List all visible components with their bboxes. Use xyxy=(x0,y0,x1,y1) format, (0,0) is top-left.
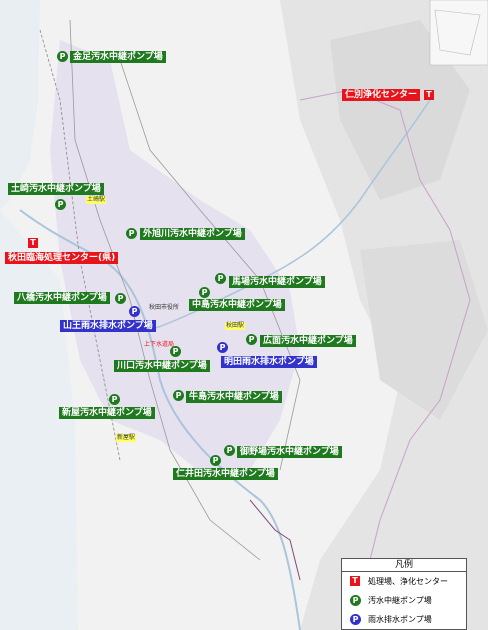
label-kaneashi: 金足汚水中継ポンプ場 xyxy=(70,51,166,63)
treatment-icon-nibetsu: T xyxy=(424,90,434,100)
inset-map xyxy=(429,0,488,66)
pump-icon-niida: P xyxy=(210,455,221,466)
araya-station: 新屋駅 xyxy=(116,434,137,442)
pump-icon-hiroomote: P xyxy=(246,334,257,345)
label-shinya: 新屋汚水中継ポンプ場 xyxy=(59,407,155,419)
label-sannou: 山王雨水排水ポンプ場 xyxy=(60,320,156,332)
label-menda: 明田雨水排水ポンプ場 xyxy=(221,356,317,368)
legend-row-treatment: T 処理場、浄化センター xyxy=(342,572,466,591)
storm-pump-legend-icon: P xyxy=(350,614,361,625)
treatment-legend-icon: T xyxy=(350,576,360,586)
pump-icon-ushijima: P xyxy=(173,390,184,401)
label-ushijima: 牛島汚水中継ポンプ場 xyxy=(186,391,282,403)
legend-label-treatment: 処理場、浄化センター xyxy=(368,577,448,586)
label-bajo: 馬場汚水中継ポンプ場 xyxy=(229,276,325,288)
city-office: 秋田市役所 xyxy=(149,304,180,311)
label-kawaguchi: 川口汚水中継ポンプ場 xyxy=(114,360,210,372)
pump-legend-icon: P xyxy=(350,595,361,606)
pump-icon-tsuchizaki: P xyxy=(55,199,66,210)
pump-icon-nakajima: P xyxy=(199,287,210,298)
label-niida: 仁井田汚水中継ポンプ場 xyxy=(173,468,278,480)
pump-icon-kawaguchi: P xyxy=(170,346,181,357)
sea xyxy=(0,0,40,210)
pump-icon-hashi: P xyxy=(115,293,126,304)
pump-icon-shinya: P xyxy=(109,394,120,405)
label-hiroomote: 広面汚水中継ポンプ場 xyxy=(260,335,356,347)
label-akitarinkai: 秋田臨海処理センター(県) xyxy=(5,252,119,264)
pump-icon-goyano: P xyxy=(224,445,235,456)
label-hashi: 八橋汚水中継ポンプ場 xyxy=(14,292,110,304)
legend-row-stormwater: P 雨水排水ポンプ場 xyxy=(342,610,466,629)
label-goyano: 御野場汚水中継ポンプ場 xyxy=(237,446,342,458)
pump-icon-bajo: P xyxy=(215,273,226,284)
tsuchizaki-station: 土崎駅 xyxy=(86,196,107,204)
pump-icon-sotoasahikawa: P xyxy=(126,228,137,239)
legend-label-wastewater: 汚水中継ポンプ場 xyxy=(368,596,432,605)
sewer-bureau: 上下水道局 xyxy=(144,341,175,348)
treatment-icon-akitarinkai: T xyxy=(28,238,38,248)
label-sotoasahikawa: 外旭川汚水中継ポンプ場 xyxy=(140,228,245,240)
label-tsuchizaki: 土崎汚水中継ポンプ場 xyxy=(8,183,104,195)
pump-icon-kaneashi: P xyxy=(57,51,68,62)
storm-pump-icon-sannou: P xyxy=(129,306,140,317)
legend-title: 凡例 xyxy=(342,559,466,572)
storm-pump-icon-menda: P xyxy=(217,342,228,353)
legend-label-stormwater: 雨水排水ポンプ場 xyxy=(368,615,432,624)
label-nakajima: 中島汚水中継ポンプ場 xyxy=(189,299,285,311)
road-4 xyxy=(249,499,301,581)
akita-station: 秋田駅 xyxy=(225,322,246,330)
legend: 凡例 T 処理場、浄化センター P 汚水中継ポンプ場 P 雨水排水ポンプ場 xyxy=(341,558,467,630)
legend-row-wastewater: P 汚水中継ポンプ場 xyxy=(342,591,466,610)
label-nibetsu: 仁別浄化センター xyxy=(342,89,421,101)
